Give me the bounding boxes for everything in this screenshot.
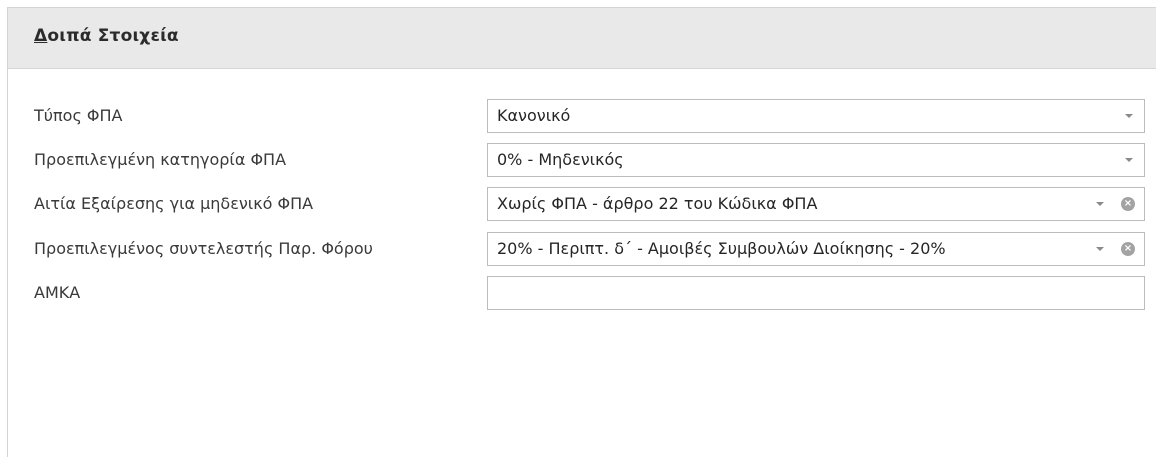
default-vat-category-label: Προεπιλεγμένη κατηγορία ΦΠΑ	[34, 150, 287, 169]
amka-input[interactable]	[487, 276, 1145, 310]
default-vat-category-row: Προεπιλεγμένη κατηγορία ΦΠΑ 0% - Μηδενικ…	[8, 143, 1156, 177]
panel-header: Δοιπά Στοιχεία	[8, 8, 1156, 69]
amka-row: ΑΜΚΑ	[8, 276, 1156, 310]
vat-exemption-reason-row: Αιτία Εξαίρεσης για μηδενικό ΦΠΑ Χωρίς Φ…	[8, 187, 1156, 221]
clear-circle-icon[interactable]: ×	[1121, 197, 1135, 211]
default-vat-category-value: 0% - Μηδενικός	[497, 150, 624, 169]
vat-type-label: Τύπος ΦΠΑ	[34, 106, 123, 125]
vat-type-row: Τύπος ΦΠΑ Κανονικό	[8, 99, 1156, 133]
vat-exemption-reason-value: Χωρίς ΦΠΑ - άρθρο 22 του Κώδικα ΦΠΑ	[497, 194, 818, 213]
withholding-tax-value: 20% - Περιπτ. δ΄ - Αμοιβές Συμβουλών Διο…	[497, 239, 946, 258]
vat-exemption-reason-select[interactable]: Χωρίς ΦΠΑ - άρθρο 22 του Κώδικα ΦΠΑ ×	[487, 187, 1145, 221]
panel-title-text: οιπά Στοιχεία	[47, 26, 179, 46]
clear-circle-icon[interactable]: ×	[1121, 242, 1135, 256]
panel-title-mnemonic: Δ	[34, 26, 48, 46]
chevron-down-icon[interactable]	[1096, 247, 1104, 251]
default-vat-category-select[interactable]: 0% - Μηδενικός	[487, 143, 1145, 177]
other-details-panel: Δοιπά Στοιχεία Τύπος ΦΠΑ Κανονικό Προεπι…	[7, 7, 1156, 457]
vat-type-select[interactable]: Κανονικό	[487, 99, 1145, 133]
chevron-down-icon[interactable]	[1125, 158, 1133, 162]
withholding-tax-row: Προεπιλεγμένος συντελεστής Παρ. Φόρου 20…	[8, 232, 1156, 266]
withholding-tax-select[interactable]: 20% - Περιπτ. δ΄ - Αμοιβές Συμβουλών Διο…	[487, 232, 1145, 266]
amka-label: ΑΜΚΑ	[34, 283, 81, 302]
chevron-down-icon[interactable]	[1096, 202, 1104, 206]
withholding-tax-label: Προεπιλεγμένος συντελεστής Παρ. Φόρου	[34, 239, 373, 258]
vat-exemption-reason-label: Αιτία Εξαίρεσης για μηδενικό ΦΠΑ	[34, 194, 314, 213]
vat-type-value: Κανονικό	[497, 106, 571, 125]
chevron-down-icon[interactable]	[1125, 114, 1133, 118]
panel-title: Δοιπά Στοιχεία	[34, 26, 179, 46]
